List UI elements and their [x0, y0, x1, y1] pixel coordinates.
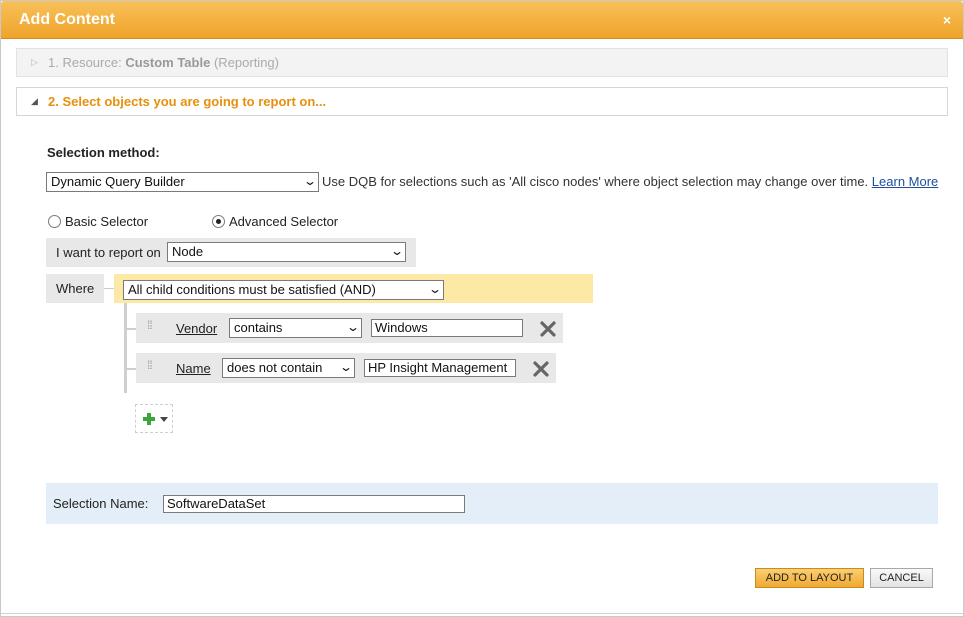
condition-row: ⁞⁞ Vendor contains ⌄ Windows — [136, 313, 563, 343]
basic-selector-radio[interactable] — [48, 215, 61, 228]
add-content-dialog: Add Content × ▷ 1. Resource: Custom Tabl… — [0, 0, 964, 617]
where-connector — [104, 288, 114, 289]
step-resource[interactable]: ▷ 1. Resource: Custom Table (Reporting) — [16, 48, 948, 77]
collapse-arrow-icon: ◢ — [31, 96, 38, 106]
condition-value-input[interactable]: Windows — [371, 319, 523, 337]
chevron-down-icon: ⌄ — [389, 244, 405, 258]
drag-handle-icon[interactable]: ⁞⁞ — [147, 319, 153, 331]
step-select-objects-label: 2. Select objects you are going to repor… — [48, 94, 327, 109]
close-icon[interactable]: × — [943, 12, 951, 28]
chevron-down-icon: ⌄ — [302, 174, 318, 188]
condition-mode-value: All child conditions must be satisfied (… — [128, 282, 376, 297]
selection-name-input[interactable]: SoftwareDataSet — [163, 495, 465, 513]
condition-operator-value: contains — [234, 320, 283, 335]
advanced-selector-label: Advanced Selector — [229, 214, 339, 229]
condition-value-input[interactable]: HP Insight Management — [364, 359, 516, 377]
condition-field-link[interactable]: Vendor — [176, 321, 217, 336]
dialog-bottom-border — [1, 613, 964, 614]
advanced-selector-radio[interactable] — [212, 215, 225, 228]
step-number-prefix: 1. Resource: — [48, 55, 122, 70]
step-resource-text: 1. Resource: Custom Table (Reporting) — [48, 55, 279, 70]
basic-selector-label: Basic Selector — [65, 214, 149, 229]
report-on-value: Node — [172, 244, 204, 259]
expand-arrow-icon: ▷ — [31, 57, 38, 67]
step-resource-suffix: (Reporting) — [213, 55, 279, 70]
condition-mode-select[interactable]: All child conditions must be satisfied (… — [123, 280, 444, 300]
selection-method-label: Selection method: — [47, 145, 160, 160]
step-select-objects[interactable]: ◢ 2. Select objects you are going to rep… — [16, 87, 948, 116]
report-on-select[interactable]: Node ⌄ — [167, 242, 406, 262]
chevron-down-icon: ⌄ — [345, 320, 361, 334]
chevron-down-icon: ⌄ — [338, 360, 354, 374]
add-condition-button[interactable] — [135, 404, 173, 433]
report-on-label: I want to report on — [56, 245, 161, 260]
where-box: Where — [46, 274, 104, 303]
selection-method-value: Dynamic Query Builder — [51, 174, 185, 189]
selection-method-hint-text: Use DQB for selections such as 'All cisc… — [322, 174, 869, 189]
condition-field-link[interactable]: Name — [176, 361, 211, 376]
condition-row: ⁞⁞ Name does not contain ⌄ HP Insight Ma… — [136, 353, 556, 383]
chevron-down-icon: ⌄ — [427, 282, 443, 296]
dialog-title: Add Content — [19, 11, 115, 28]
selection-method-select[interactable]: Dynamic Query Builder ⌄ — [46, 172, 319, 192]
dialog-titlebar: Add Content × — [1, 1, 963, 39]
add-to-layout-button[interactable]: ADD TO LAYOUT — [755, 568, 864, 588]
cancel-button[interactable]: CANCEL — [870, 568, 933, 588]
selection-name-label: Selection Name: — [53, 496, 149, 511]
drag-handle-icon[interactable]: ⁞⁞ — [147, 359, 153, 371]
step-resource-name: Custom Table — [125, 55, 211, 70]
selection-name-bar: Selection Name: SoftwareDataSet — [46, 483, 938, 524]
where-label: Where — [56, 281, 95, 296]
remove-condition-icon[interactable] — [533, 361, 549, 377]
condition-group-bar: All child conditions must be satisfied (… — [114, 274, 593, 303]
condition-operator-select[interactable]: contains ⌄ — [229, 318, 362, 338]
condition-operator-value: does not contain — [227, 360, 323, 375]
chevron-down-icon — [160, 417, 168, 422]
remove-condition-icon[interactable] — [540, 321, 556, 337]
selection-method-hint: Use DQB for selections such as 'All cisc… — [322, 174, 938, 189]
add-condition-icon — [143, 413, 155, 425]
condition-operator-select[interactable]: does not contain ⌄ — [222, 358, 355, 378]
learn-more-link[interactable]: Learn More — [872, 174, 938, 189]
condition-tree-line — [124, 303, 127, 393]
report-on-bar: I want to report on Node ⌄ — [46, 238, 416, 267]
